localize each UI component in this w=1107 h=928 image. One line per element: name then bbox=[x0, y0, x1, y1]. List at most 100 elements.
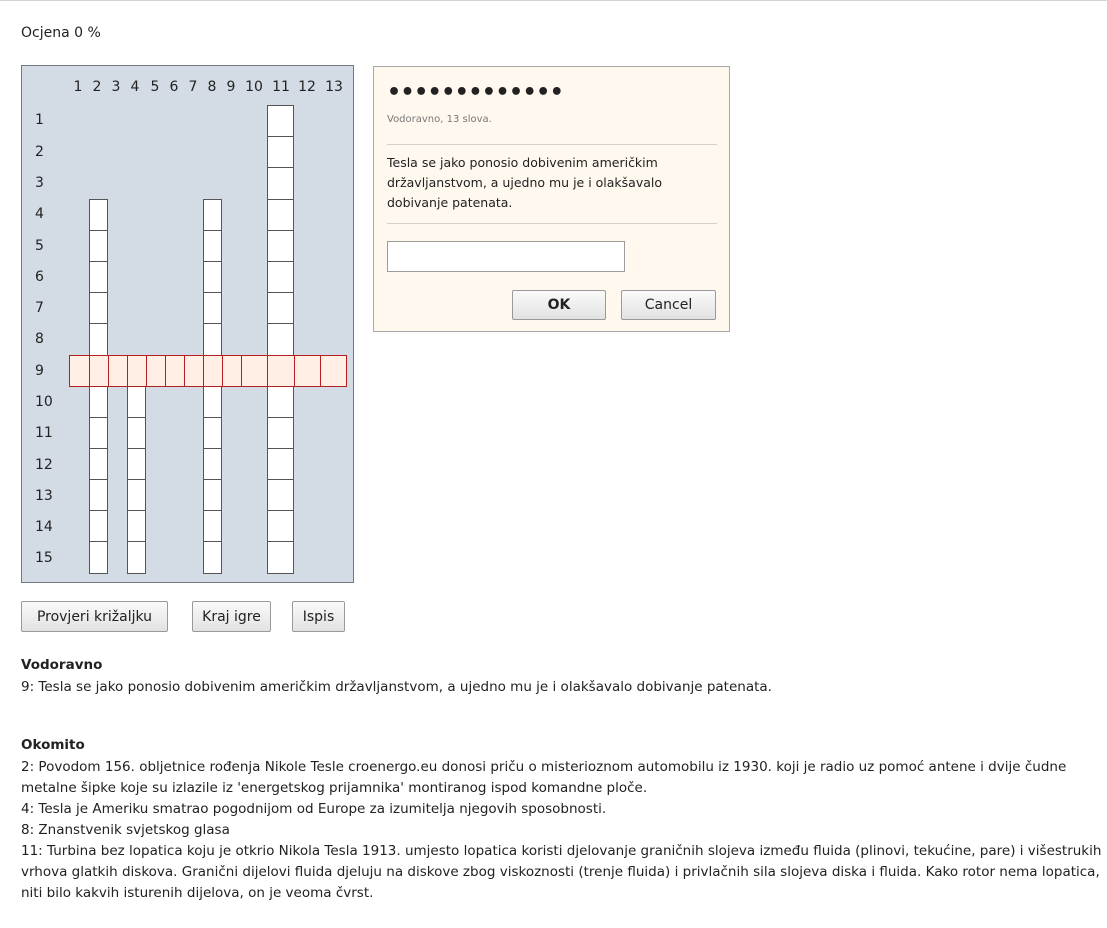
down-clue: 4: Tesla je Ameriku smatrao pogodnijom o… bbox=[21, 801, 607, 817]
ok-button[interactable]: OK bbox=[512, 290, 606, 320]
grid-cell[interactable] bbox=[267, 417, 294, 449]
col-number-1: 1 bbox=[73, 79, 83, 95]
answer-mask: ••••••••••••• bbox=[387, 80, 564, 105]
down-clue: 2: Povodom 156. obljetnice rođenja Nikol… bbox=[21, 759, 1067, 796]
print-button[interactable]: Ispis bbox=[292, 601, 345, 632]
row-number-15: 15 bbox=[35, 550, 53, 566]
grid-cell[interactable] bbox=[267, 510, 294, 542]
down-clue: 11: Turbina bez lopatica koju je otkrio … bbox=[21, 843, 1102, 901]
grid-cell[interactable] bbox=[267, 323, 294, 356]
col-number-8: 8 bbox=[207, 79, 217, 95]
row-number-1: 1 bbox=[35, 112, 44, 128]
row-number-2: 2 bbox=[35, 144, 44, 160]
grid-cell[interactable] bbox=[89, 261, 108, 293]
row-number-12: 12 bbox=[35, 457, 53, 473]
popup-divider bbox=[387, 144, 717, 145]
grid-cell-selected[interactable] bbox=[127, 355, 147, 387]
grid-cell-selected[interactable] bbox=[241, 355, 268, 387]
grid-cell[interactable] bbox=[89, 417, 108, 449]
grid-cell[interactable] bbox=[267, 136, 294, 168]
clue-hint: Vodoravno, 13 slova. bbox=[387, 114, 492, 125]
grid-cell[interactable] bbox=[267, 448, 294, 480]
grid-cell[interactable] bbox=[203, 199, 222, 231]
grid-cell[interactable] bbox=[203, 386, 222, 418]
grid-cell[interactable] bbox=[89, 323, 108, 356]
grid-cell[interactable] bbox=[203, 448, 222, 480]
grid-cell-selected[interactable] bbox=[222, 355, 242, 387]
row-number-11: 11 bbox=[35, 425, 53, 441]
grid-cell[interactable] bbox=[203, 230, 222, 262]
col-number-6: 6 bbox=[169, 79, 179, 95]
grid-cell[interactable] bbox=[89, 510, 108, 542]
grid-cell[interactable] bbox=[203, 417, 222, 449]
answer-input[interactable] bbox=[387, 241, 625, 272]
end-game-button[interactable]: Kraj igre bbox=[192, 601, 271, 632]
grid-cell[interactable] bbox=[127, 386, 146, 418]
check-crossword-button[interactable]: Provjeri križaljku bbox=[21, 601, 168, 632]
col-number-2: 2 bbox=[92, 79, 102, 95]
grid-cell[interactable] bbox=[267, 541, 294, 574]
cancel-button[interactable]: Cancel bbox=[621, 290, 716, 320]
row-number-13: 13 bbox=[35, 488, 53, 504]
grid-cell[interactable] bbox=[267, 479, 294, 511]
grid-cell-selected[interactable] bbox=[267, 355, 295, 387]
grid-cell[interactable] bbox=[203, 479, 222, 511]
col-number-12: 12 bbox=[298, 79, 316, 95]
col-number-5: 5 bbox=[150, 79, 160, 95]
col-number-4: 4 bbox=[130, 79, 140, 95]
grid-cell[interactable] bbox=[127, 510, 146, 542]
score-label: Ocjena 0 % bbox=[21, 25, 101, 41]
col-number-13: 13 bbox=[325, 79, 343, 95]
clue-text: Tesla se jako ponosio dobivenim američki… bbox=[387, 155, 663, 210]
grid-cell-selected[interactable] bbox=[165, 355, 185, 387]
crossword-grid bbox=[21, 65, 354, 583]
grid-cell[interactable] bbox=[267, 292, 294, 324]
grid-cell[interactable] bbox=[203, 541, 222, 574]
grid-cell[interactable] bbox=[267, 261, 294, 293]
col-number-7: 7 bbox=[188, 79, 198, 95]
grid-cell[interactable] bbox=[89, 448, 108, 480]
grid-cell[interactable] bbox=[89, 230, 108, 262]
down-clue: 8: Znanstvenik svjetskog glasa bbox=[21, 822, 230, 838]
grid-cell[interactable] bbox=[267, 386, 294, 418]
grid-cell[interactable] bbox=[89, 292, 108, 324]
grid-cell[interactable] bbox=[127, 479, 146, 511]
down-title: Okomito bbox=[21, 737, 85, 753]
across-clue: 9: Tesla se jako ponosio dobivenim ameri… bbox=[21, 679, 772, 695]
grid-cell[interactable] bbox=[267, 105, 294, 137]
grid-cell[interactable] bbox=[127, 417, 146, 449]
col-number-3: 3 bbox=[111, 79, 121, 95]
grid-cell[interactable] bbox=[203, 510, 222, 542]
grid-cell-selected[interactable] bbox=[294, 355, 321, 387]
grid-cell[interactable] bbox=[89, 386, 108, 418]
row-number-7: 7 bbox=[35, 300, 44, 316]
grid-cell[interactable] bbox=[203, 261, 222, 293]
row-number-5: 5 bbox=[35, 238, 44, 254]
grid-cell[interactable] bbox=[203, 292, 222, 324]
grid-cell[interactable] bbox=[89, 479, 108, 511]
row-number-14: 14 bbox=[35, 519, 53, 535]
grid-cell-selected[interactable] bbox=[89, 355, 109, 387]
popup-divider bbox=[387, 223, 717, 224]
grid-cell[interactable] bbox=[267, 199, 294, 231]
grid-cell-selected[interactable] bbox=[69, 355, 90, 387]
row-number-10: 10 bbox=[35, 394, 53, 410]
grid-cell[interactable] bbox=[89, 199, 108, 231]
row-number-6: 6 bbox=[35, 269, 44, 285]
grid-cell[interactable] bbox=[89, 541, 108, 574]
grid-cell-selected[interactable] bbox=[146, 355, 166, 387]
col-number-10: 10 bbox=[245, 79, 263, 95]
grid-cell[interactable] bbox=[267, 167, 294, 200]
grid-cell-selected[interactable] bbox=[203, 355, 223, 387]
grid-cell-selected[interactable] bbox=[108, 355, 128, 387]
grid-cell[interactable] bbox=[127, 541, 146, 574]
col-number-11: 11 bbox=[272, 79, 290, 95]
row-number-3: 3 bbox=[35, 175, 44, 191]
grid-cell-selected[interactable] bbox=[184, 355, 204, 387]
grid-cell-selected[interactable] bbox=[320, 355, 347, 387]
grid-cell[interactable] bbox=[267, 230, 294, 262]
grid-cell[interactable] bbox=[203, 323, 222, 356]
row-number-9: 9 bbox=[35, 363, 44, 379]
across-title: Vodoravno bbox=[21, 657, 103, 673]
grid-cell[interactable] bbox=[127, 448, 146, 480]
